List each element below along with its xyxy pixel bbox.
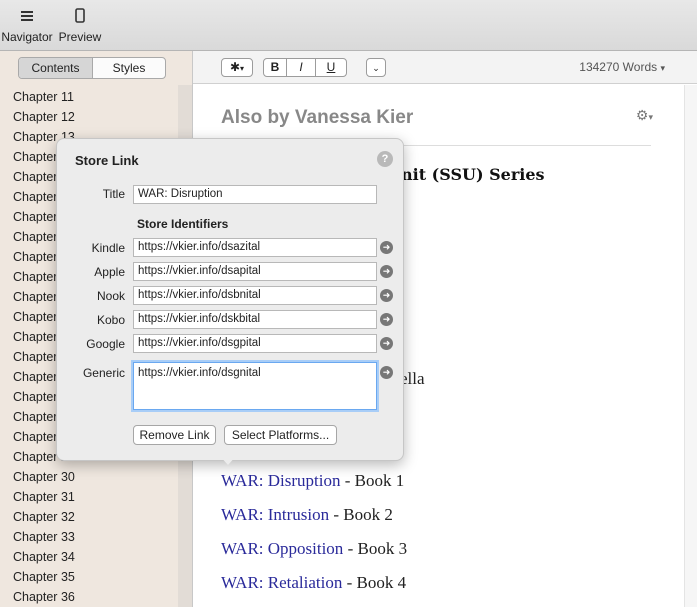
book-number: - Book 1 bbox=[340, 471, 405, 490]
style-menu-button[interactable]: ✱▾ bbox=[221, 58, 253, 77]
book-number: - Book 3 bbox=[343, 539, 408, 558]
generic-label: Generic bbox=[82, 366, 125, 380]
arrow-right-icon: ➜ bbox=[382, 314, 391, 324]
chevron-down-icon: ⌄ bbox=[372, 63, 380, 73]
chapter-item[interactable]: Chapter 32 bbox=[0, 507, 178, 527]
word-count-unit: Words bbox=[622, 60, 658, 74]
preview-label: Preview bbox=[58, 30, 102, 44]
chapter-item[interactable]: Chapter 33 bbox=[0, 527, 178, 547]
kobo-label: Kobo bbox=[96, 313, 125, 327]
chapter-item[interactable]: Chapter 30 bbox=[0, 467, 178, 487]
sidebar-segmented-control: Contents Styles bbox=[18, 57, 166, 79]
kobo-url-field[interactable]: https://vkier.info/dskbital bbox=[133, 310, 377, 329]
tab-styles[interactable]: Styles bbox=[93, 58, 165, 78]
title-field[interactable]: WAR: Disruption bbox=[133, 185, 377, 204]
apple-label: Apple bbox=[94, 265, 125, 279]
generic-url-field[interactable]: https://vkier.info/dsgnital bbox=[133, 362, 377, 410]
underline-button[interactable]: U bbox=[315, 58, 347, 77]
chapter-item[interactable]: Chapter 11 bbox=[0, 87, 178, 107]
format-bar: ✱▾ B I U ⌄ 134270 Words ▾ bbox=[193, 51, 697, 84]
chapter-title: Also by Vanessa Kier bbox=[221, 107, 414, 128]
help-button[interactable]: ? bbox=[377, 151, 393, 167]
title-label: Title bbox=[102, 187, 125, 201]
book-link[interactable]: WAR: Opposition bbox=[221, 539, 343, 558]
series-heading: nit (SSU) Series bbox=[401, 165, 545, 184]
more-menu-button[interactable]: ⌄ bbox=[366, 58, 386, 77]
arrow-right-icon: ➜ bbox=[382, 242, 391, 252]
arrow-right-icon: ➜ bbox=[382, 367, 391, 377]
store-link-popover: Store Link ? Title WAR: Disruption Store… bbox=[56, 138, 404, 461]
list-icon bbox=[21, 11, 33, 21]
word-count-value: 134270 bbox=[579, 60, 620, 74]
book-line: WAR: Disruption - Book 1 bbox=[221, 471, 404, 491]
remove-link-button[interactable]: Remove Link bbox=[133, 425, 216, 445]
nook-go-button[interactable]: ➜ bbox=[380, 289, 393, 302]
phone-icon bbox=[75, 8, 85, 23]
chapter-item[interactable]: Chapter 31 bbox=[0, 487, 178, 507]
apple-url-field[interactable]: https://vkier.info/dsapital bbox=[133, 262, 377, 281]
apple-go-button[interactable]: ➜ bbox=[380, 265, 393, 278]
google-label: Google bbox=[86, 337, 125, 351]
book-line: WAR: Intrusion - Book 2 bbox=[221, 505, 393, 525]
editor-scrollbar[interactable] bbox=[684, 85, 697, 607]
chapter-item[interactable]: Chapter 12 bbox=[0, 107, 178, 127]
nook-label: Nook bbox=[96, 289, 125, 303]
preview-button[interactable]: Preview bbox=[58, 6, 102, 44]
chapter-item[interactable]: Chapter 34 bbox=[0, 547, 178, 567]
main-toolbar: Navigator Preview bbox=[0, 0, 697, 51]
nook-url-field[interactable]: https://vkier.info/dsbnital bbox=[133, 286, 377, 305]
generic-go-button[interactable]: ➜ bbox=[380, 366, 393, 379]
chevron-down-icon: ▾ bbox=[240, 64, 245, 73]
google-go-button[interactable]: ➜ bbox=[380, 337, 393, 350]
arrow-right-icon: ➜ bbox=[382, 266, 391, 276]
italic-button[interactable]: I bbox=[286, 58, 316, 77]
chapter-item[interactable]: Chapter 36 bbox=[0, 587, 178, 607]
popover-title: Store Link bbox=[75, 153, 139, 168]
word-count[interactable]: 134270 Words ▾ bbox=[579, 60, 665, 74]
kindle-go-button[interactable]: ➜ bbox=[380, 241, 393, 254]
book-link[interactable]: WAR: Disruption bbox=[221, 471, 340, 490]
book-line: WAR: Retaliation - Book 4 bbox=[221, 573, 406, 593]
chapter-item[interactable]: Chapter 35 bbox=[0, 567, 178, 587]
navigator-button[interactable]: Navigator bbox=[0, 6, 54, 44]
book-link[interactable]: WAR: Retaliation bbox=[221, 573, 342, 592]
arrow-right-icon: ➜ bbox=[382, 338, 391, 348]
google-url-field[interactable]: https://vkier.info/dsgpital bbox=[133, 334, 377, 353]
kobo-go-button[interactable]: ➜ bbox=[380, 313, 393, 326]
gear-icon: ⚙ bbox=[635, 107, 649, 123]
bold-button[interactable]: B bbox=[263, 58, 287, 77]
chevron-down-icon: ▾ bbox=[660, 63, 665, 73]
select-platforms-button[interactable]: Select Platforms... bbox=[224, 425, 337, 445]
popover-arrow bbox=[218, 454, 238, 465]
navigator-label: Navigator bbox=[1, 30, 53, 44]
book-line: WAR: Opposition - Book 3 bbox=[221, 539, 407, 559]
arrow-right-icon: ➜ bbox=[382, 290, 391, 300]
asterisk-icon: ✱ bbox=[229, 60, 241, 74]
kindle-label: Kindle bbox=[91, 241, 125, 255]
chapter-settings-button[interactable]: ⚙▾ bbox=[636, 107, 653, 124]
book-number: - Book 4 bbox=[342, 573, 407, 592]
tab-contents[interactable]: Contents bbox=[19, 58, 93, 78]
book-number: - Book 2 bbox=[329, 505, 393, 524]
chevron-down-icon: ▾ bbox=[648, 112, 653, 122]
kindle-url-field[interactable]: https://vkier.info/dsazital bbox=[133, 238, 377, 257]
book-link[interactable]: WAR: Intrusion bbox=[221, 505, 329, 524]
store-identifiers-heading: Store Identifiers bbox=[137, 217, 229, 231]
